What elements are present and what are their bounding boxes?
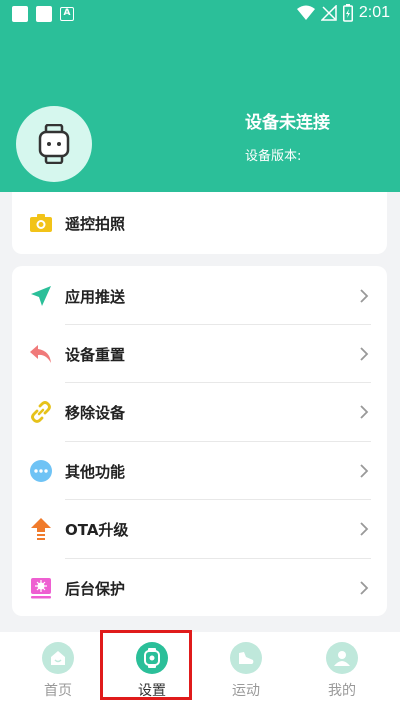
device-version-label: 设备版本: [245,149,302,164]
signal-icon [320,5,337,21]
header: A 2:01 设备未连接 设备版本: [0,0,400,192]
protect-icon [28,575,54,601]
menu-item-ota-upgrade[interactable]: OTA升级 [12,500,387,558]
device-avatar[interactable] [16,106,92,182]
menu-item-other-functions[interactable]: 其他功能 [12,442,387,500]
upgrade-icon [28,516,54,542]
tab-label: 首页 [44,683,72,699]
settings-menu-card: 应用推送 设备重置 移除设备 其他功能 OTA升级 后台保护 [12,266,387,616]
menu-item-remove-device[interactable]: 移除设备 [12,383,387,441]
menu-item-app-push[interactable]: 应用推送 [12,267,387,325]
menu-item-label: OTA升级 [65,520,129,539]
watch-icon [38,124,70,164]
status-bar: A 2:01 [0,0,400,28]
notification-icon [36,6,52,22]
tab-mine[interactable]: 我的 [292,642,392,708]
menu-item-label: 移除设备 [65,403,126,422]
tab-sport[interactable]: 运动 [196,642,296,708]
device-status-title: 设备未连接 [245,113,330,133]
remote-photo-card: 遥控拍照 [12,192,387,254]
menu-item-label: 应用推送 [65,287,126,306]
status-time: 2:01 [358,4,390,21]
menu-item-remote-photo[interactable]: 遥控拍照 [12,194,387,252]
user-icon [326,642,358,674]
bottom-tab-bar: 首页 设置 运动 我的 [0,632,400,712]
menu-item-label: 设备重置 [65,345,126,364]
chevron-right-icon [360,347,369,361]
unlink-icon [28,399,54,425]
camera-icon [28,210,54,236]
menu-item-background-protect[interactable]: 后台保护 [12,559,387,617]
battery-icon [342,4,353,22]
chevron-right-icon [360,464,369,478]
menu-item-label: 遥控拍照 [65,214,126,233]
chevron-right-icon [360,581,369,595]
menu-item-device-reset[interactable]: 设备重置 [12,325,387,383]
shoe-icon [230,642,262,674]
chevron-right-icon [360,405,369,419]
tab-label: 运动 [232,683,260,699]
highlight-box [100,630,192,700]
notification-icon [12,6,28,22]
wifi-icon [296,5,315,20]
send-icon [28,283,54,309]
home-icon [42,642,74,674]
a-badge-icon: A [60,7,74,21]
chevron-right-icon [360,289,369,303]
more-dots-icon [28,458,54,484]
reset-arrow-icon [28,341,54,367]
tab-home[interactable]: 首页 [8,642,108,708]
chevron-right-icon [360,522,369,536]
tab-label: 我的 [328,683,356,699]
menu-item-label: 后台保护 [65,579,126,598]
menu-item-label: 其他功能 [65,462,126,481]
